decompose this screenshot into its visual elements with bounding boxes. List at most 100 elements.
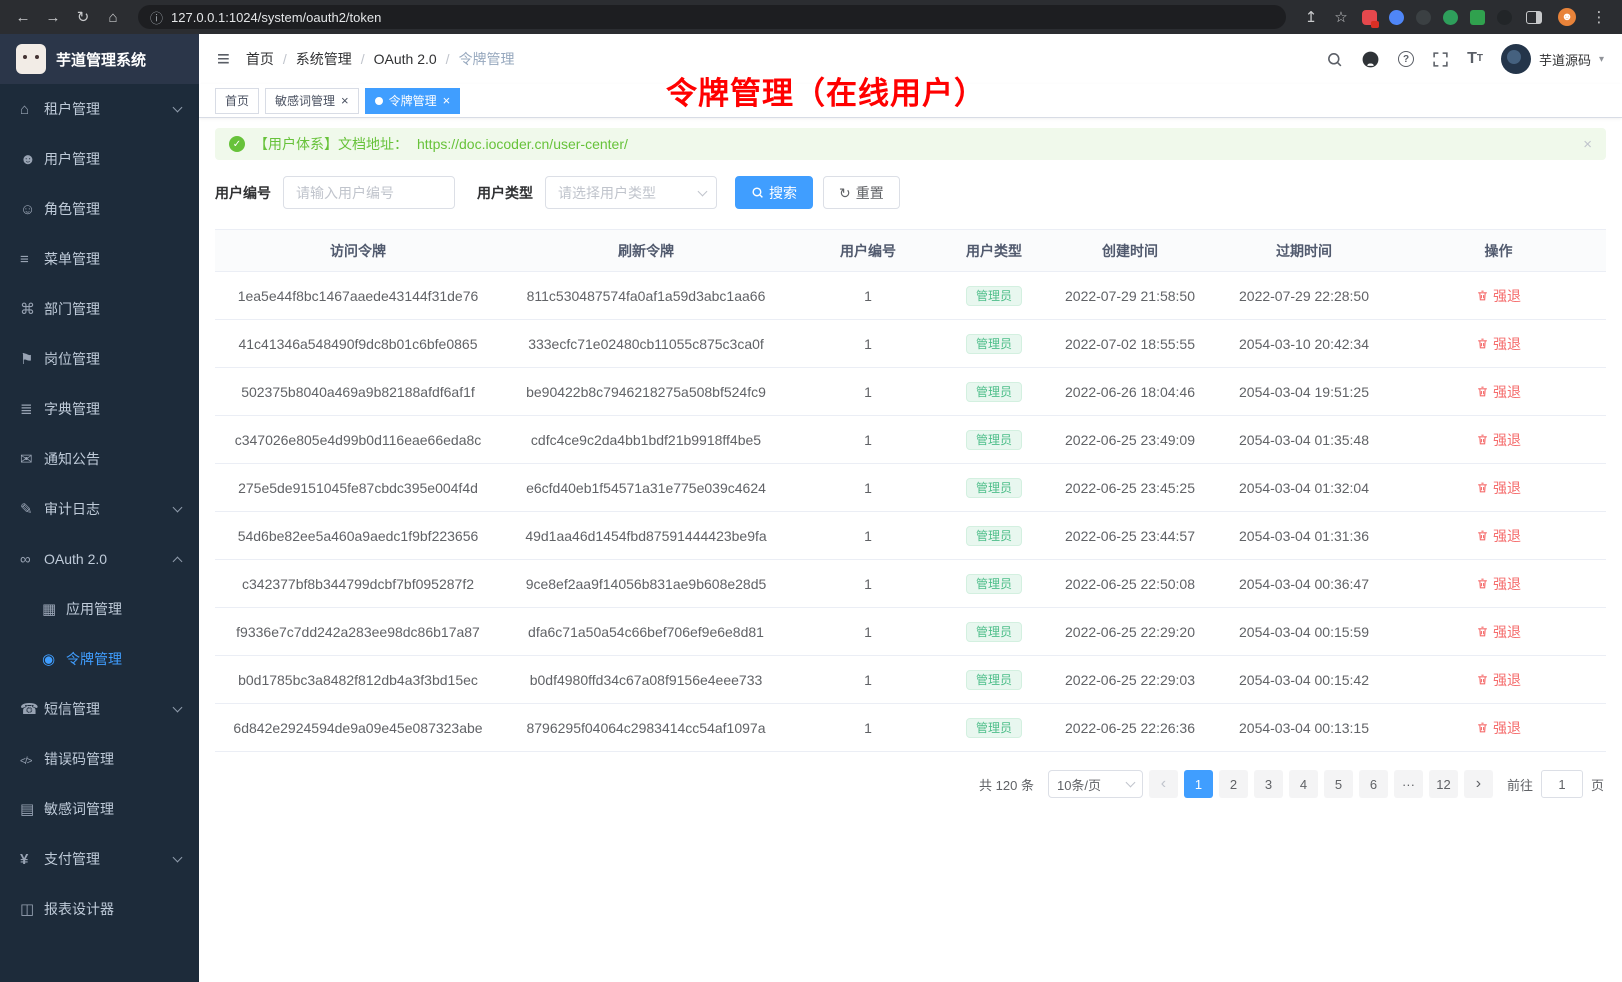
sidebar-item-label: 租户管理 — [44, 99, 100, 119]
post-icon — [20, 350, 44, 368]
sidebar-item-label: 角色管理 — [44, 199, 100, 219]
sidebar-item[interactable]: 应用管理 — [0, 584, 199, 634]
reload-icon[interactable]: ↻ — [70, 4, 96, 30]
tab-sensitive-words[interactable]: 敏感词管理 × — [265, 88, 359, 114]
extension-icon-blue[interactable] — [1389, 10, 1404, 25]
force-logout-button[interactable]: 强退 — [1476, 334, 1521, 354]
user-type-select[interactable]: 请选择用户类型 — [545, 176, 717, 209]
tab-label: 令牌管理 — [389, 92, 437, 109]
page-button[interactable]: ··· — [1394, 770, 1423, 798]
sidebar-item[interactable]: 审计日志 — [0, 484, 199, 534]
cell-actions: 强退 — [1391, 320, 1606, 368]
doc-link[interactable]: https://doc.iocoder.cn/user-center/ — [417, 136, 628, 152]
browser-chrome: ← → ↻ ⌂ ⓘ 127.0.0.1:1024/system/oauth2/t… — [0, 0, 1622, 34]
force-logout-button[interactable]: 强退 — [1476, 622, 1521, 642]
back-icon[interactable]: ← — [10, 4, 36, 30]
force-logout-button[interactable]: 强退 — [1476, 430, 1521, 450]
tab-home[interactable]: 首页 — [215, 88, 259, 114]
page-button[interactable]: 1 — [1184, 770, 1213, 798]
side-panel-icon[interactable] — [1526, 11, 1542, 24]
sidebar-item[interactable]: 短信管理 — [0, 684, 199, 734]
browser-profile-icon[interactable]: ☻ — [1558, 8, 1576, 26]
search-form: 用户编号 用户类型 请选择用户类型 搜索 ↻ 重置 — [215, 176, 1606, 209]
force-logout-button[interactable]: 强退 — [1476, 718, 1521, 738]
page-button[interactable]: 6 — [1359, 770, 1388, 798]
sidebar-item[interactable]: 用户管理 — [0, 134, 199, 184]
cell-create-time: 2022-06-25 23:44:57 — [1043, 512, 1217, 560]
page-button[interactable]: 5 — [1324, 770, 1353, 798]
user-menu[interactable]: 芋道源码 ▾ — [1501, 44, 1604, 74]
goto-page-input[interactable] — [1541, 770, 1583, 798]
alert-close-icon[interactable]: × — [1583, 136, 1592, 153]
extension-icon-dark[interactable] — [1416, 10, 1431, 25]
caret-down-icon: ▾ — [1599, 54, 1604, 65]
forward-icon[interactable]: → — [40, 4, 66, 30]
home-icon[interactable]: ⌂ — [100, 4, 126, 30]
extensions-puzzle-icon[interactable] — [1470, 10, 1485, 25]
reset-button[interactable]: ↻ 重置 — [823, 176, 900, 209]
fullscreen-icon[interactable] — [1432, 51, 1449, 68]
force-logout-button[interactable]: 强退 — [1476, 670, 1521, 690]
extension-icon-black[interactable] — [1497, 10, 1512, 25]
app-logo[interactable]: 芋道管理系统 — [0, 34, 199, 84]
sidebar-item[interactable]: 字典管理 — [0, 384, 199, 434]
force-logout-button[interactable]: 强退 — [1476, 526, 1521, 546]
cell-expire-time: 2054-03-04 00:13:15 — [1217, 704, 1391, 752]
extension-icon-red[interactable] — [1362, 10, 1377, 25]
sidebar-item[interactable]: 部门管理 — [0, 284, 199, 334]
site-info-icon[interactable]: ⓘ — [150, 8, 163, 27]
force-logout-button[interactable]: 强退 — [1476, 286, 1521, 306]
force-logout-button[interactable]: 强退 — [1476, 382, 1521, 402]
address-bar[interactable]: ⓘ 127.0.0.1:1024/system/oauth2/token — [138, 5, 1286, 29]
prev-page-button[interactable]: ‹ — [1149, 770, 1178, 798]
cell-user-id: 1 — [791, 656, 945, 704]
sidebar-item[interactable]: 通知公告 — [0, 434, 199, 484]
font-size-icon[interactable]: TT — [1467, 51, 1483, 67]
sidebar-item[interactable]: 错误码管理 — [0, 734, 199, 784]
sidebar-item-label: 敏感词管理 — [44, 799, 114, 819]
cell-actions: 强退 — [1391, 608, 1606, 656]
page-button[interactable]: 4 — [1289, 770, 1318, 798]
sidebar-item[interactable]: 令牌管理 — [0, 634, 199, 684]
alert-text: 【用户体系】文档地址： — [254, 134, 408, 154]
page-button[interactable]: 12 — [1429, 770, 1458, 798]
page-button[interactable]: 3 — [1254, 770, 1283, 798]
force-logout-button[interactable]: 强退 — [1476, 478, 1521, 498]
sidebar-item[interactable]: 租户管理 — [0, 84, 199, 134]
sidebar-item[interactable]: OAuth 2.0 — [0, 534, 199, 584]
close-icon[interactable]: × — [443, 94, 451, 107]
search-button[interactable]: 搜索 — [735, 176, 813, 209]
next-page-button[interactable]: › — [1464, 770, 1493, 798]
search-icon[interactable] — [1326, 51, 1343, 68]
doc-alert: ✓ 【用户体系】文档地址： https://doc.iocoder.cn/use… — [215, 128, 1606, 160]
sidebar-item[interactable]: 菜单管理 — [0, 234, 199, 284]
force-logout-button[interactable]: 强退 — [1476, 574, 1521, 594]
sidebar-item[interactable]: 敏感词管理 — [0, 784, 199, 834]
share-icon[interactable]: ↥ — [1298, 4, 1324, 30]
sidebar-item[interactable]: 报表设计器 — [0, 884, 199, 934]
sidebar-fold-icon[interactable]: ≡ — [217, 48, 230, 70]
bookmark-star-icon[interactable]: ☆ — [1328, 4, 1354, 30]
page-button[interactable]: 2 — [1219, 770, 1248, 798]
extension-icon-green[interactable] — [1443, 10, 1458, 25]
sidebar-item[interactable]: 岗位管理 — [0, 334, 199, 384]
sidebar-item[interactable]: 角色管理 — [0, 184, 199, 234]
breadcrumb-home[interactable]: 首页 — [246, 49, 274, 69]
cell-access-token: 1ea5e44f8bc1467aaede43144f31de76 — [215, 272, 501, 320]
user-type-label: 用户类型 — [477, 183, 533, 203]
help-icon[interactable]: ? — [1398, 51, 1414, 67]
tab-token-manage[interactable]: 令牌管理 × — [365, 88, 461, 114]
user-type-tag: 管理员 — [966, 622, 1022, 642]
cell-user-id: 1 — [791, 320, 945, 368]
breadcrumb-oauth[interactable]: OAuth 2.0 — [352, 51, 437, 67]
cell-refresh-token: 811c530487574fa0af1a59d3abc1aa66 — [501, 272, 791, 320]
token-icon — [42, 650, 66, 668]
breadcrumb-system[interactable]: 系统管理 — [274, 49, 352, 69]
browser-menu-icon[interactable]: ⋮ — [1586, 4, 1612, 30]
github-icon[interactable] — [1361, 50, 1380, 69]
sidebar-item[interactable]: 支付管理 — [0, 834, 199, 884]
page-size-select[interactable]: 10条/页 — [1048, 770, 1143, 798]
user-id-input[interactable] — [283, 176, 455, 209]
close-icon[interactable]: × — [341, 94, 349, 107]
chevron-icon — [173, 702, 183, 712]
